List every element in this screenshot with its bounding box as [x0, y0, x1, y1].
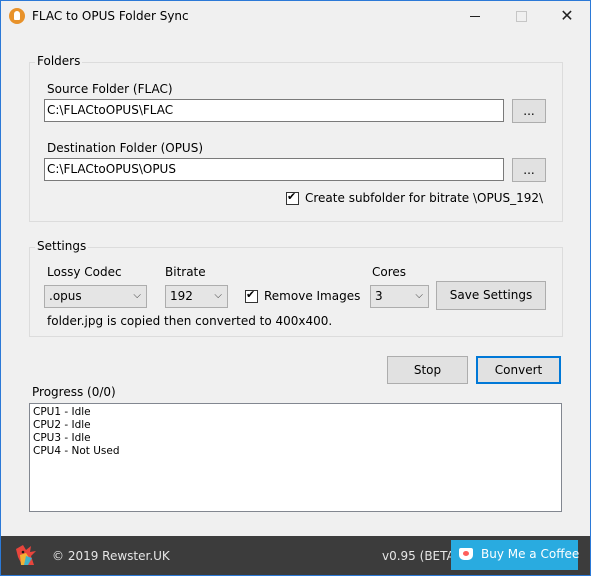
- coffee-cup-icon: [459, 548, 473, 560]
- checkmark-icon: ✔: [287, 189, 297, 203]
- app-window: FLAC to OPUS Folder Sync ✕ Folders Sourc…: [0, 0, 591, 576]
- source-browse-button[interactable]: ...: [512, 99, 546, 123]
- stop-button[interactable]: Stop: [387, 356, 468, 384]
- checkmark-icon: ✔: [246, 287, 256, 301]
- copyright-text: © 2019 Rewster.UK: [52, 549, 170, 563]
- rooster-logo-icon: [16, 545, 36, 565]
- window-title: FLAC to OPUS Folder Sync: [32, 9, 189, 23]
- minimize-button[interactable]: [452, 1, 498, 31]
- destination-folder-input[interactable]: C:\FLACtoOPUS\OPUS: [44, 158, 504, 181]
- remove-images-label: Remove Images: [264, 289, 361, 303]
- settings-group-label: Settings: [35, 239, 89, 253]
- close-button[interactable]: ✕: [544, 1, 590, 31]
- source-folder-input[interactable]: C:\FLACtoOPUS\FLAC: [44, 99, 504, 122]
- progress-line: CPU1 - Idle: [33, 406, 91, 418]
- progress-line: CPU4 - Not Used: [33, 445, 120, 457]
- checkbox-box: ✔: [245, 287, 258, 303]
- source-folder-label: Source Folder (FLAC): [47, 82, 173, 96]
- progress-line: CPU2 - Idle: [33, 419, 91, 431]
- footer-bar: © 2019 Rewster.UK v0.95 (BETA) Buy Me a …: [1, 536, 590, 575]
- convert-button[interactable]: Convert: [476, 356, 561, 384]
- lossy-codec-label: Lossy Codec: [47, 265, 122, 279]
- app-logo-icon: [9, 8, 25, 24]
- minimize-icon: [470, 16, 480, 17]
- destination-browse-button[interactable]: ...: [512, 158, 546, 182]
- lossy-codec-value: .opus: [49, 289, 82, 303]
- version-text: v0.95 (BETA): [382, 549, 460, 563]
- chevron-down-icon: ⌵: [133, 290, 141, 301]
- create-subfolder-checkbox[interactable]: ✔ Create subfolder for bitrate \OPUS_192…: [286, 189, 544, 205]
- folders-group-label: Folders: [35, 54, 83, 68]
- remove-images-checkbox[interactable]: ✔ Remove Images: [245, 287, 361, 303]
- cores-value: 3: [375, 289, 383, 303]
- maximize-icon: [516, 11, 527, 22]
- buy-me-a-coffee-button[interactable]: Buy Me a Coffee: [451, 540, 580, 570]
- settings-info-text: folder.jpg is copied then converted to 4…: [47, 314, 333, 328]
- checkbox-box: ✔: [286, 189, 299, 205]
- progress-line: CPU3 - Idle: [33, 432, 91, 444]
- chevron-down-icon: ⌵: [415, 290, 423, 301]
- chevron-down-icon: ⌵: [214, 290, 222, 301]
- maximize-button: [498, 1, 544, 31]
- bitrate-label: Bitrate: [165, 265, 206, 279]
- cores-select[interactable]: 3 ⌵: [370, 285, 429, 308]
- cores-label: Cores: [372, 265, 407, 279]
- progress-label: Progress (0/0): [32, 385, 116, 399]
- save-settings-button[interactable]: Save Settings: [436, 281, 546, 310]
- lossy-codec-select[interactable]: .opus ⌵: [44, 285, 147, 308]
- destination-folder-label: Destination Folder (OPUS): [47, 141, 204, 155]
- bitrate-value: 192: [170, 289, 193, 303]
- close-icon: ✕: [560, 6, 574, 25]
- progress-log[interactable]: CPU1 - Idle CPU2 - Idle CPU3 - Idle CPU4…: [29, 403, 562, 512]
- buy-me-a-coffee-label: Buy Me a Coffee: [481, 547, 580, 561]
- bitrate-select[interactable]: 192 ⌵: [165, 285, 228, 308]
- create-subfolder-label: Create subfolder for bitrate \OPUS_192\: [305, 191, 544, 205]
- title-bar[interactable]: FLAC to OPUS Folder Sync ✕: [1, 1, 590, 31]
